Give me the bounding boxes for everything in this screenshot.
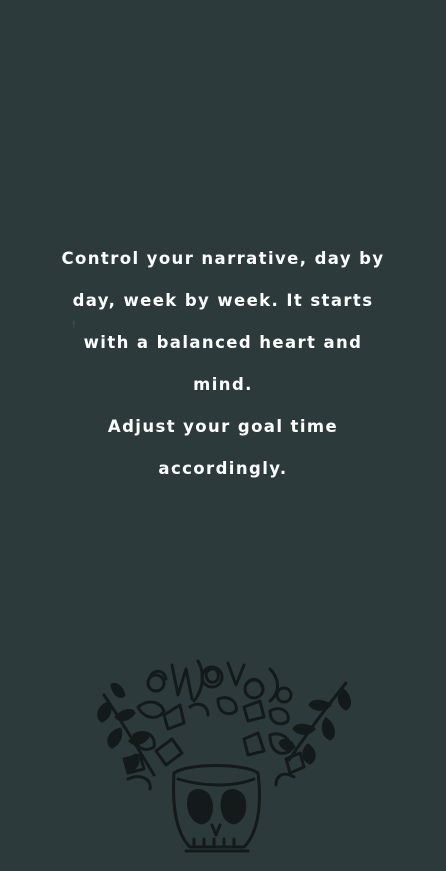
floral-skull-pot-illustration <box>97 659 351 853</box>
onboarding-screen: Control your narrative, day by day, week… <box>0 0 446 871</box>
message-paragraph-goal-time: Adjust your goal time accordingly. <box>107 417 339 478</box>
message-text: Control your narrative, day by day, week… <box>60 238 386 490</box>
message-paragraph-narrative: Control your narrative, day by day, week… <box>61 249 385 394</box>
speck-mark <box>72 320 75 328</box>
